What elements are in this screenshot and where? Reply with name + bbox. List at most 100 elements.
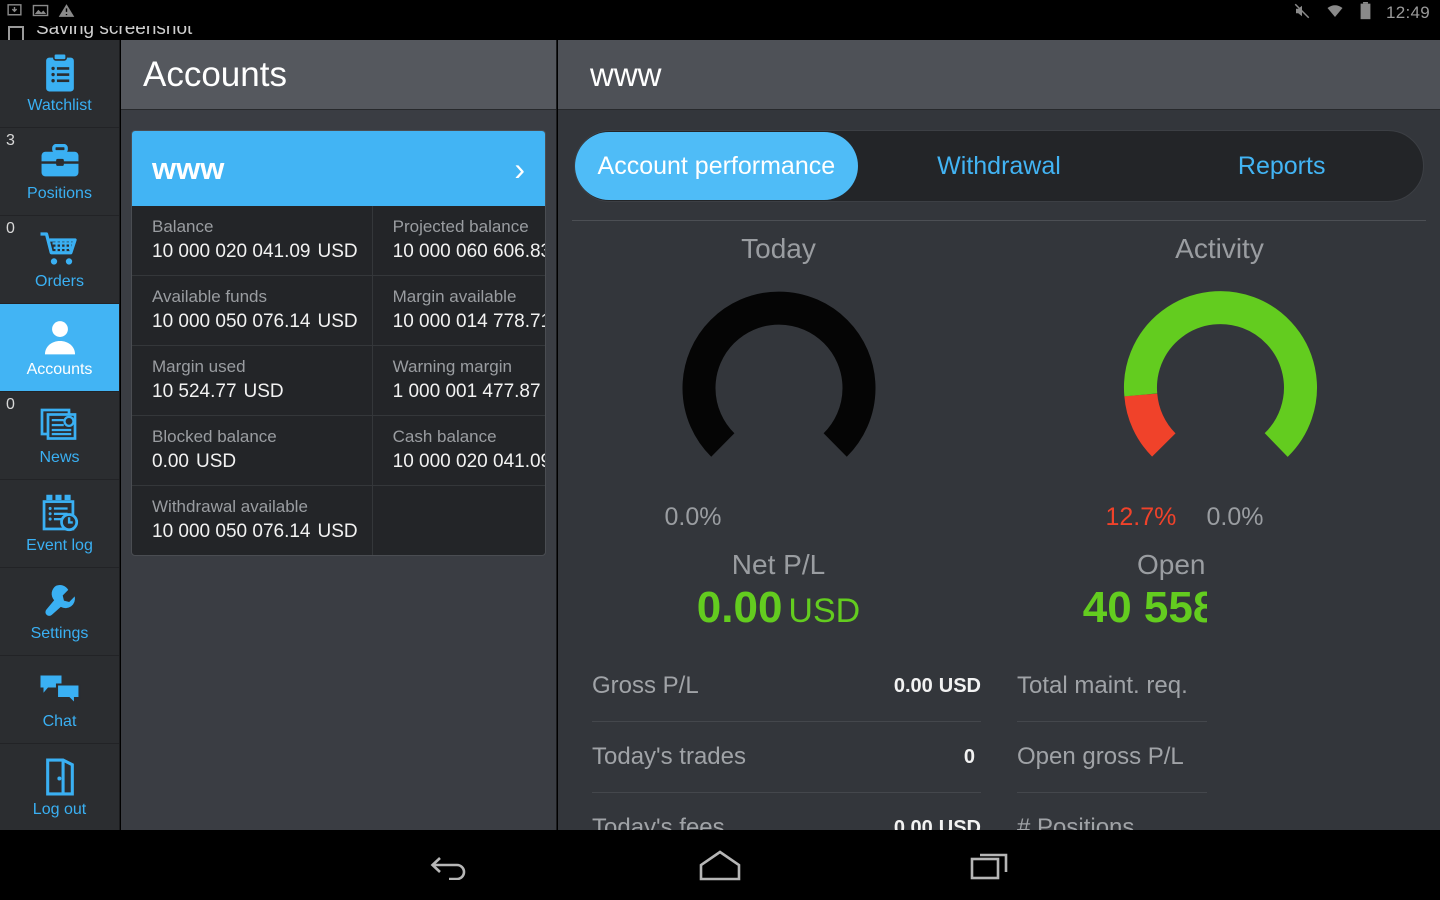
field-label: Blocked balance [152,426,277,446]
account-field-projected-balance: Projected balance 10 000 060 606.83USD [372,206,546,276]
sidebar-badge-news: 0 [6,396,15,413]
toast-text: Saving screenshot [36,26,193,39]
logout-icon [42,756,78,798]
accounts-panel-header: Accounts [121,40,556,110]
stat-value: 0 [963,745,975,768]
battery-icon [1359,1,1372,25]
activity-left-pct: 12.7% [1105,503,1177,531]
sidebar-item-log-out[interactable]: Log out [0,744,119,832]
stat-label: Open gross P/L [1017,743,1184,770]
today-pct-row: 0.0% 0.0% [649,503,1440,900]
field-label: Cash balance [392,426,497,446]
tab-withdrawal[interactable]: Withdrawal [858,132,1141,200]
today-metric-value: 0.00 USD [696,583,861,632]
sidebar-item-label: News [39,449,80,466]
sidebar-item-label: Event log [26,537,93,554]
sidebar-item-label: Log out [32,801,87,818]
sidebar-item-news[interactable]: 0 News [0,392,119,480]
tab-reports[interactable]: Reports [1140,132,1423,200]
account-field-balance: Balance 10 000 020 041.09 USD [132,206,373,276]
stat-row-todays-trades: Today's trades 0 [592,722,981,793]
tabbar-container: Account performance Withdrawal Reports [558,110,1440,202]
field-label: Margin available [392,286,517,306]
sidebar-item-accounts[interactable]: Accounts [0,304,119,392]
field-value: 10 000 020 041.09USD [152,240,358,262]
account-field-warning-margin: Warning margin 1 000 001 477.87USD [372,346,545,416]
android-nav-bar [0,830,1440,900]
field-value: 10 000 050 076.14 USD [152,520,358,542]
account-field-cash-balance: Cash balance 10 000 020 041.09USD [372,416,546,486]
news-icon [40,404,80,446]
android-status-bar: 12:49 [0,0,1440,26]
activity-pct-row: 12.7% 87.3% [1090,503,1350,537]
activity-donut-chart [1090,273,1350,503]
stat-label: Today's trades [592,743,746,770]
briefcase-icon [40,140,80,182]
gauge-today: Today 0.0% 0.0% Net P/L 0.00 USD [558,221,1440,900]
sidebar-item-label: Orders [35,273,84,290]
field-label: Margin used [152,356,246,376]
account-fields-grid: Balance 10 000 020 041.09 USD Projected b… [132,206,545,555]
sidebar-badge-positions: 3 [6,132,15,149]
account-card-header[interactable]: www › [132,131,545,206]
field-value: 0.00 USD [152,450,237,472]
eventlog-icon [40,492,80,534]
tab-account-performance[interactable]: Account performance [575,132,858,200]
account-field-margin-available: Margin available 10 000 014 778.71USD [372,276,545,346]
account-field-margin-used: Margin used 10 524.77 USD [132,345,373,416]
sidebar-item-settings[interactable]: Settings [0,568,119,656]
field-label: Balance [152,217,214,236]
stat-label: Gross P/L [592,672,699,699]
field-label: Projected balance [392,217,529,236]
gauges-row: Today 0.0% 0.0% Net P/L 0.00 USD Activity [558,221,1440,900]
account-field-withdrawal-available: Withdrawal available 10 000 050 076.14 US… [132,485,373,555]
cart-icon [39,228,81,270]
tabbar: Account performance Withdrawal Reports [574,130,1424,202]
sidebar-item-watchlist[interactable]: Watchlist [0,40,119,128]
detail-title: www [590,55,662,93]
sidebar-item-event-log[interactable]: Event log [0,480,119,568]
today-metric-label: Net P/L [731,549,826,580]
home-button[interactable] [685,840,755,890]
sidebar-item-label: Watchlist [27,97,92,114]
warning-icon [58,2,75,24]
field-value: 10 000 060 606.83USD [392,240,546,262]
person-icon [41,316,79,358]
gauge-title: Today [741,233,816,264]
chat-icon [39,668,81,710]
recents-button[interactable] [955,840,1025,890]
detail-header: www [558,40,1440,110]
sidebar-item-label: Settings [30,625,89,642]
clipboard-icon [41,52,79,94]
field-value: 1 000 001 477.87USD [392,380,541,402]
chevron-right-icon[interactable]: › [514,153,525,185]
today-left-pct: 0.0% [664,503,722,531]
today-donut-chart [649,273,909,503]
account-field-blocked-balance: Blocked balance 0.00 USD [132,415,373,486]
field-value: 10 000 020 041.09USD [392,450,546,472]
gauge-title: Activity [1175,233,1264,264]
sidebar-item-label: Positions [27,185,92,202]
app-root: 12:49 Saving screenshot Watchlist 3 Posi… [0,0,1440,900]
sidebar-item-chat[interactable]: Chat [0,656,119,744]
sidebar-item-positions[interactable]: 3 Positions [0,128,119,216]
field-value: 10 000 050 076.14 USD [152,310,358,332]
wrench-icon [40,580,80,622]
sidebar-item-label: Accounts [26,361,93,378]
status-bar-clock: 12:49 [1385,3,1430,22]
page-title: Accounts [143,54,287,94]
sidebar-item-orders[interactable]: 0 Orders [0,216,119,304]
account-name: www [152,150,225,186]
sidebar-item-label: Chat [42,713,77,730]
field-value: 10 524.77 USD [152,380,284,402]
back-button[interactable] [415,840,485,890]
status-bar-left-icons [6,2,75,24]
account-detail-panel: www Account performance Withdrawal Repor… [558,40,1440,900]
account-card[interactable]: www › Balance 10 000 020 041.09 USD Proje… [131,130,546,556]
field-label: Available funds [152,286,267,306]
download-icon [6,2,23,24]
accounts-panel: Accounts www › Balance 10 000 020 041.09… [121,40,557,830]
field-label: Withdrawal available [152,496,308,516]
stat-value: 0.00 USD [893,674,981,697]
status-bar-right-icons: 12:49 [1293,0,1430,26]
